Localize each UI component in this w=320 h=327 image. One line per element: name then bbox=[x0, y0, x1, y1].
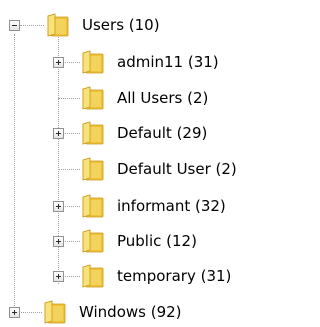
tree-node-public[interactable]: Public (12) bbox=[80, 229, 197, 253]
tree-node-label: Default (29) bbox=[117, 124, 208, 142]
tree-node-default[interactable]: Default (29) bbox=[80, 121, 207, 145]
tree-node-label: admin11 (31) bbox=[117, 53, 219, 71]
tree-node-label: Default User (2) bbox=[117, 160, 237, 178]
plus-icon-v bbox=[58, 131, 59, 136]
tree-connector bbox=[58, 169, 80, 170]
plus-icon-v bbox=[14, 310, 15, 315]
plus-icon-v bbox=[58, 204, 59, 209]
tree-node-label: Windows (92) bbox=[79, 303, 182, 321]
tree-node-label: All Users (2) bbox=[117, 89, 209, 107]
tree-node-informant[interactable]: informant (32) bbox=[80, 194, 226, 218]
tree-node-temporary[interactable]: temporary (31) bbox=[80, 264, 231, 288]
tree-node-label: Public (12) bbox=[117, 232, 197, 250]
tree-node-label: temporary (31) bbox=[117, 267, 232, 285]
collapse-users-toggle[interactable] bbox=[9, 20, 20, 31]
tree-node-default-user[interactable]: Default User (2) bbox=[80, 157, 237, 181]
expand-default-toggle[interactable] bbox=[53, 128, 64, 139]
plus-icon-v bbox=[58, 274, 59, 279]
tree-node-windows[interactable]: Windows (92) bbox=[42, 300, 182, 324]
minus-icon bbox=[12, 25, 17, 26]
tree-node-all-users[interactable]: All Users (2) bbox=[80, 86, 208, 110]
plus-icon-v bbox=[58, 239, 59, 244]
expand-public-toggle[interactable] bbox=[53, 236, 64, 247]
expand-temporary-toggle[interactable] bbox=[53, 271, 64, 282]
tree-node-label: Users (10) bbox=[82, 16, 160, 34]
folder-icon bbox=[80, 50, 104, 74]
tree-node-label: informant (32) bbox=[117, 197, 226, 215]
tree-connector-root-trunk bbox=[14, 34, 15, 318]
folder-icon bbox=[80, 86, 104, 110]
tree-connector bbox=[20, 25, 44, 26]
tree-node-users[interactable]: Users (10) bbox=[45, 13, 160, 37]
expand-informant-toggle[interactable] bbox=[53, 201, 64, 212]
folder-tree: Users (10) admin11 (31) All Users (2) De… bbox=[0, 0, 281, 327]
folder-icon bbox=[45, 13, 69, 37]
folder-icon bbox=[80, 264, 104, 288]
folder-icon bbox=[80, 157, 104, 181]
expand-windows-toggle[interactable] bbox=[9, 307, 20, 318]
folder-icon bbox=[80, 121, 104, 145]
folder-icon bbox=[80, 194, 104, 218]
tree-connector bbox=[58, 98, 80, 99]
tree-node-admin11[interactable]: admin11 (31) bbox=[80, 50, 219, 74]
folder-icon bbox=[42, 300, 66, 324]
expand-admin11-toggle[interactable] bbox=[53, 57, 64, 68]
folder-icon bbox=[80, 229, 104, 253]
plus-icon-v bbox=[58, 60, 59, 65]
